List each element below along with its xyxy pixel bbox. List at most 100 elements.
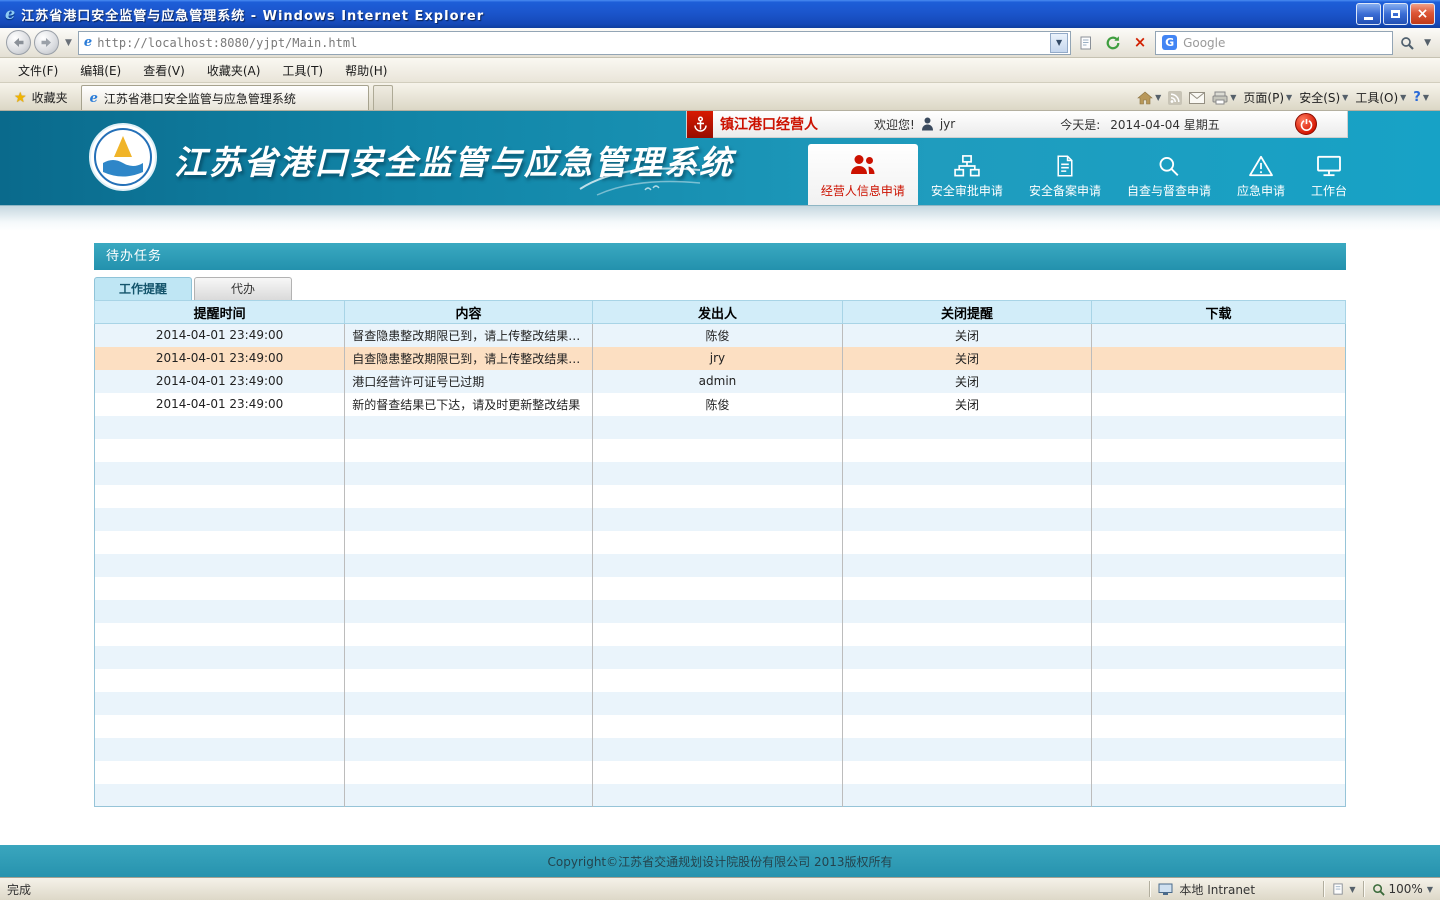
menu-view[interactable]: 查看(V) [133,59,195,82]
close-reminder-link [843,623,1092,646]
recent-pages-dropdown[interactable]: ▼ [62,38,75,48]
maximize-button[interactable] [1383,3,1408,25]
logout-button[interactable] [1295,113,1317,135]
nav-operator-info[interactable]: 经营人信息申请 [808,144,918,205]
empty-row [95,439,1346,462]
table-header-row: 提醒时间 内容 发出人 关闭提醒 下载 [95,301,1346,324]
cell-download [1092,462,1346,485]
menu-edit[interactable]: 编辑(E) [70,59,131,82]
print-button[interactable]: ▼ [1212,91,1236,105]
menu-file[interactable]: 文件(F) [8,59,68,82]
cell-content [345,761,593,784]
cell-sender [592,669,842,692]
cell-time [95,646,345,669]
nav-safety-record[interactable]: 安全备案申请 [1016,149,1114,205]
close-reminder-link [843,508,1092,531]
read-mail-button[interactable] [1189,92,1205,104]
col-content: 内容 [345,301,593,324]
user-info-bar: 镇江港口经营人 欢迎您! jyr 今天是: 2014-04-04 星期五 [686,111,1348,138]
nav-emergency[interactable]: 应急申请 [1224,149,1298,205]
user-icon [921,117,934,131]
cell-time [95,485,345,508]
cell-download [1092,393,1346,416]
feeds-button[interactable] [1168,91,1182,105]
task-table-rows: 2014-04-01 23:49:00督查隐患整改期限已到，请上传整改结果…陈俊… [95,324,1346,807]
stop-button[interactable]: × [1128,31,1152,55]
close-reminder-link[interactable]: 关闭 [843,324,1092,347]
nav-workbench[interactable]: 工作台 [1298,149,1360,205]
status-text: 完成 [7,881,1142,898]
navigation-bar: ▼ e http://localhost:8080/yjpt/Main.html… [0,28,1440,58]
help-button[interactable]: ?▼ [1413,90,1429,105]
cell-sender [592,784,842,807]
cell-content [345,416,593,439]
tab-work-reminder[interactable]: 工作提醒 [94,277,192,300]
google-logo-icon: G [1162,35,1177,50]
safety-menu-label: 安全(S) [1299,89,1340,106]
cell-content: 新的督查结果已下达，请及时更新整改结果 [345,393,593,416]
compatibility-view-button[interactable] [1074,31,1098,55]
tab-agency[interactable]: 代办 [194,277,292,300]
search-button[interactable] [1396,31,1418,55]
new-tab-button[interactable] [373,85,393,110]
operator-badge: 镇江港口经营人 [687,111,818,138]
address-bar[interactable]: e http://localhost:8080/yjpt/Main.html ▼ [78,31,1071,55]
protected-mode-button[interactable]: ▼ [1332,883,1355,896]
menu-favorites[interactable]: 收藏夹(A) [197,59,271,82]
close-reminder-link[interactable]: 关闭 [843,370,1092,393]
zoom-control[interactable]: 100% ▼ [1372,882,1433,896]
browser-tab[interactable]: e 江苏省港口安全监管与应急管理系统 [81,85,369,110]
close-reminder-link [843,761,1092,784]
cell-sender [592,577,842,600]
page-menu-label: 页面(P) [1243,89,1284,106]
status-bar: 完成 本地 Intranet ▼ 100% ▼ [0,877,1440,900]
minimize-button[interactable] [1356,3,1381,25]
close-reminder-link [843,600,1092,623]
back-button[interactable] [6,30,31,55]
safety-menu-button[interactable]: 安全(S)▼ [1299,89,1348,106]
site-logo [88,122,158,192]
close-reminder-link [843,577,1092,600]
cell-time [95,577,345,600]
zoom-icon [1372,883,1385,896]
cell-sender [592,531,842,554]
search-input[interactable]: Google [1183,36,1225,50]
cell-content [345,439,593,462]
tools-menu-button[interactable]: 工具(O)▼ [1355,89,1406,106]
menu-help[interactable]: 帮助(H) [335,59,397,82]
home-button[interactable]: ▼ [1137,91,1161,105]
favorites-button[interactable]: ★ 收藏夹 [5,85,77,110]
search-options-dropdown[interactable]: ▼ [1421,38,1434,48]
panel-title: 待办任务 [94,243,1346,270]
security-zone: 本地 Intranet [1158,881,1316,898]
date-group: 今天是: 2014-04-04 星期五 [1060,116,1220,133]
close-reminder-link[interactable]: 关闭 [843,347,1092,370]
cell-sender [592,508,842,531]
empty-row [95,646,1346,669]
forward-button[interactable] [34,30,59,55]
nav-inspection[interactable]: 自查与督查申请 [1114,149,1224,205]
operator-label: 镇江港口经营人 [720,114,818,134]
star-icon: ★ [14,91,27,105]
nav-safety-approval[interactable]: 安全审批申请 [918,149,1016,205]
close-reminder-link[interactable]: 关闭 [843,393,1092,416]
search-box[interactable]: G Google [1155,31,1393,55]
cell-sender [592,715,842,738]
page-menu-button[interactable]: 页面(P)▼ [1243,89,1292,106]
task-row: 2014-04-01 23:49:00自查隐患整改期限已到，请上传整改结果…jr… [95,347,1346,370]
cell-content [345,715,593,738]
cell-sender [592,738,842,761]
browser-window: e 江苏省港口安全监管与应急管理系统 - Windows Internet Ex… [0,0,1440,900]
cell-sender [592,600,842,623]
favorites-label: 收藏夹 [32,89,68,106]
close-button[interactable]: × [1410,3,1435,25]
cell-sender: admin [592,370,842,393]
refresh-button[interactable] [1101,31,1125,55]
date-value: 2014-04-04 星期五 [1110,116,1220,133]
power-icon [1300,118,1313,131]
col-close-reminder: 关闭提醒 [843,301,1092,324]
address-dropdown[interactable]: ▼ [1050,33,1068,53]
menu-tools[interactable]: 工具(T) [272,59,333,82]
cell-sender [592,554,842,577]
cell-sender [592,692,842,715]
